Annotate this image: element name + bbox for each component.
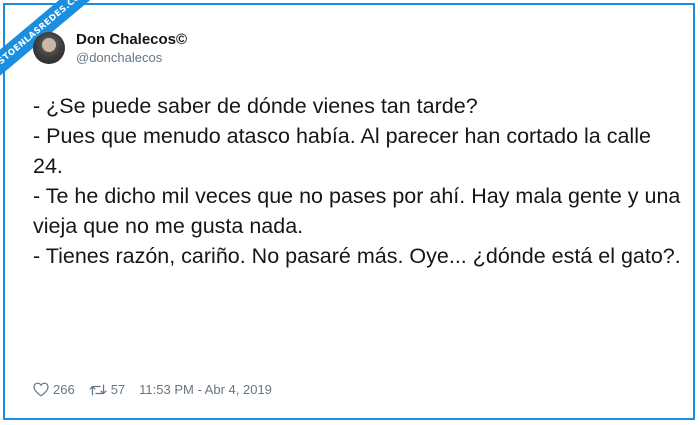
retweet-stat[interactable]: 57 xyxy=(89,382,125,397)
tweet-timestamp[interactable]: 11:53 PM - Abr 4, 2019 xyxy=(139,382,272,397)
author-display-name[interactable]: Don Chalecos© xyxy=(76,30,187,49)
tweet-header: Don Chalecos© @donchalecos xyxy=(33,30,187,66)
tweet-body: - ¿Se puede saber de dónde vienes tan ta… xyxy=(33,91,683,271)
avatar[interactable] xyxy=(33,32,65,64)
like-count: 266 xyxy=(53,382,75,397)
tweet-footer: 266 57 11:53 PM - Abr 4, 2019 xyxy=(33,382,272,397)
tweet-line: - ¿Se puede saber de dónde vienes tan ta… xyxy=(33,94,478,118)
author-handle[interactable]: @donchalecos xyxy=(76,49,187,66)
tweet-line: - Pues que menudo atasco había. Al parec… xyxy=(33,124,651,178)
tweet-line: - Tienes razón, cariño. No pasaré más. O… xyxy=(33,244,681,268)
retweet-icon xyxy=(89,384,107,395)
like-stat[interactable]: 266 xyxy=(33,382,75,397)
retweet-count: 57 xyxy=(110,382,126,397)
author-names: Don Chalecos© @donchalecos xyxy=(76,30,187,66)
heart-icon xyxy=(33,382,49,397)
tweet-line: - Te he dicho mil veces que no pases por… xyxy=(33,184,681,238)
